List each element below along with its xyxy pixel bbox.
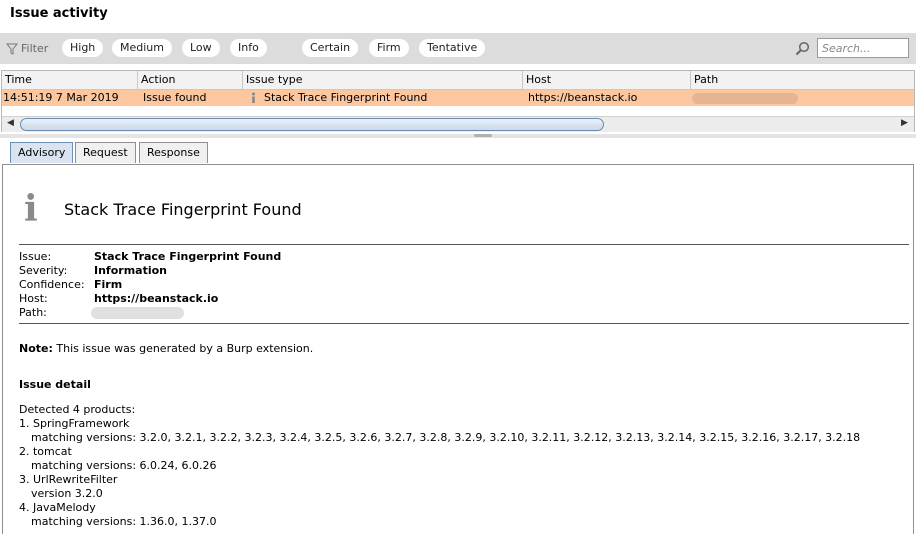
scroll-right-icon[interactable]: ▶ bbox=[901, 118, 908, 128]
table-row[interactable]: 14:51:19 7 Mar 2019 Issue found Stack Tr… bbox=[2, 90, 914, 106]
info-icon bbox=[252, 92, 255, 103]
filter-label: Filter bbox=[21, 42, 49, 55]
cell-action: Issue found bbox=[143, 91, 207, 104]
detail-line: matching versions: 3.2.0, 3.2.1, 3.2.2, … bbox=[31, 431, 861, 444]
field-label-severity: Severity: bbox=[19, 264, 68, 277]
scroll-left-icon[interactable]: ◀ bbox=[7, 118, 14, 128]
field-value-issue: Stack Trace Fingerprint Found bbox=[94, 250, 282, 263]
cell-issue-type: Stack Trace Fingerprint Found bbox=[264, 91, 428, 104]
filter-button[interactable]: Filter bbox=[6, 42, 48, 55]
field-label-issue: Issue: bbox=[19, 250, 52, 263]
filter-info-pill[interactable]: Info bbox=[230, 39, 267, 57]
detail-line: 2. tomcat bbox=[19, 445, 72, 458]
column-header-host[interactable]: Host bbox=[523, 71, 691, 89]
filter-firm-pill[interactable]: Firm bbox=[369, 39, 409, 57]
cell-path-redacted bbox=[692, 93, 798, 104]
field-value-confidence: Firm bbox=[94, 278, 123, 291]
search-input[interactable] bbox=[817, 38, 909, 58]
issue-table: Time Action Issue type Host Path 14:51:1… bbox=[1, 70, 915, 132]
advisory-note: Note: This issue was generated by a Burp… bbox=[19, 342, 313, 355]
detail-line: 1. SpringFramework bbox=[19, 417, 130, 430]
detail-line: version 3.2.0 bbox=[31, 487, 103, 500]
divider bbox=[19, 244, 909, 245]
filter-certain-pill[interactable]: Certain bbox=[302, 39, 359, 57]
detail-line: matching versions: 6.0.24, 6.0.26 bbox=[31, 459, 217, 472]
note-label: Note: bbox=[19, 342, 53, 355]
cell-time: 14:51:19 7 Mar 2019 bbox=[3, 91, 119, 104]
scrollbar-thumb[interactable] bbox=[20, 118, 604, 131]
search-icon[interactable] bbox=[795, 41, 810, 56]
detail-line: matching versions: 1.36.0, 1.37.0 bbox=[31, 515, 217, 528]
tab-request[interactable]: Request bbox=[75, 142, 136, 163]
issue-detail-heading: Issue detail bbox=[19, 378, 91, 391]
horizontal-scrollbar[interactable]: ◀ ▶ bbox=[2, 116, 914, 132]
info-icon: i bbox=[24, 188, 38, 230]
detail-line: 3. UrlRewriteFilter bbox=[19, 473, 118, 486]
detail-line: 4. JavaMelody bbox=[19, 501, 96, 514]
field-label-host: Host: bbox=[19, 292, 48, 305]
column-header-time[interactable]: Time bbox=[2, 71, 138, 89]
pane-splitter[interactable] bbox=[0, 134, 916, 138]
filter-low-pill[interactable]: Low bbox=[182, 39, 220, 57]
filter-icon bbox=[6, 43, 18, 55]
column-header-path[interactable]: Path bbox=[691, 71, 914, 89]
table-header: Time Action Issue type Host Path bbox=[2, 71, 914, 90]
filter-medium-pill[interactable]: Medium bbox=[112, 39, 172, 57]
splitter-grip[interactable] bbox=[474, 134, 492, 137]
filter-tentative-pill[interactable]: Tentative bbox=[419, 39, 486, 57]
filter-high-pill[interactable]: High bbox=[62, 39, 104, 57]
tab-advisory[interactable]: Advisory bbox=[10, 142, 74, 163]
divider bbox=[19, 323, 909, 324]
cell-host: https://beanstack.io bbox=[528, 91, 638, 104]
tab-response[interactable]: Response bbox=[139, 142, 208, 163]
field-value-severity: Information bbox=[94, 264, 167, 277]
panel-title: Issue activity bbox=[10, 6, 108, 21]
detail-line: Detected 4 products: bbox=[19, 403, 136, 416]
field-label-path: Path: bbox=[19, 306, 47, 319]
column-header-issue-type[interactable]: Issue type bbox=[243, 71, 523, 89]
field-value-host: https://beanstack.io bbox=[94, 292, 219, 305]
column-header-action[interactable]: Action bbox=[138, 71, 243, 89]
field-value-path-redacted bbox=[91, 307, 184, 319]
advisory-title: Stack Trace Fingerprint Found bbox=[64, 200, 302, 219]
field-label-confidence: Confidence: bbox=[19, 278, 85, 291]
note-text: This issue was generated by a Burp exten… bbox=[52, 342, 314, 355]
filter-bar: Filter High Medium Low Info Certain Firm… bbox=[0, 33, 916, 64]
